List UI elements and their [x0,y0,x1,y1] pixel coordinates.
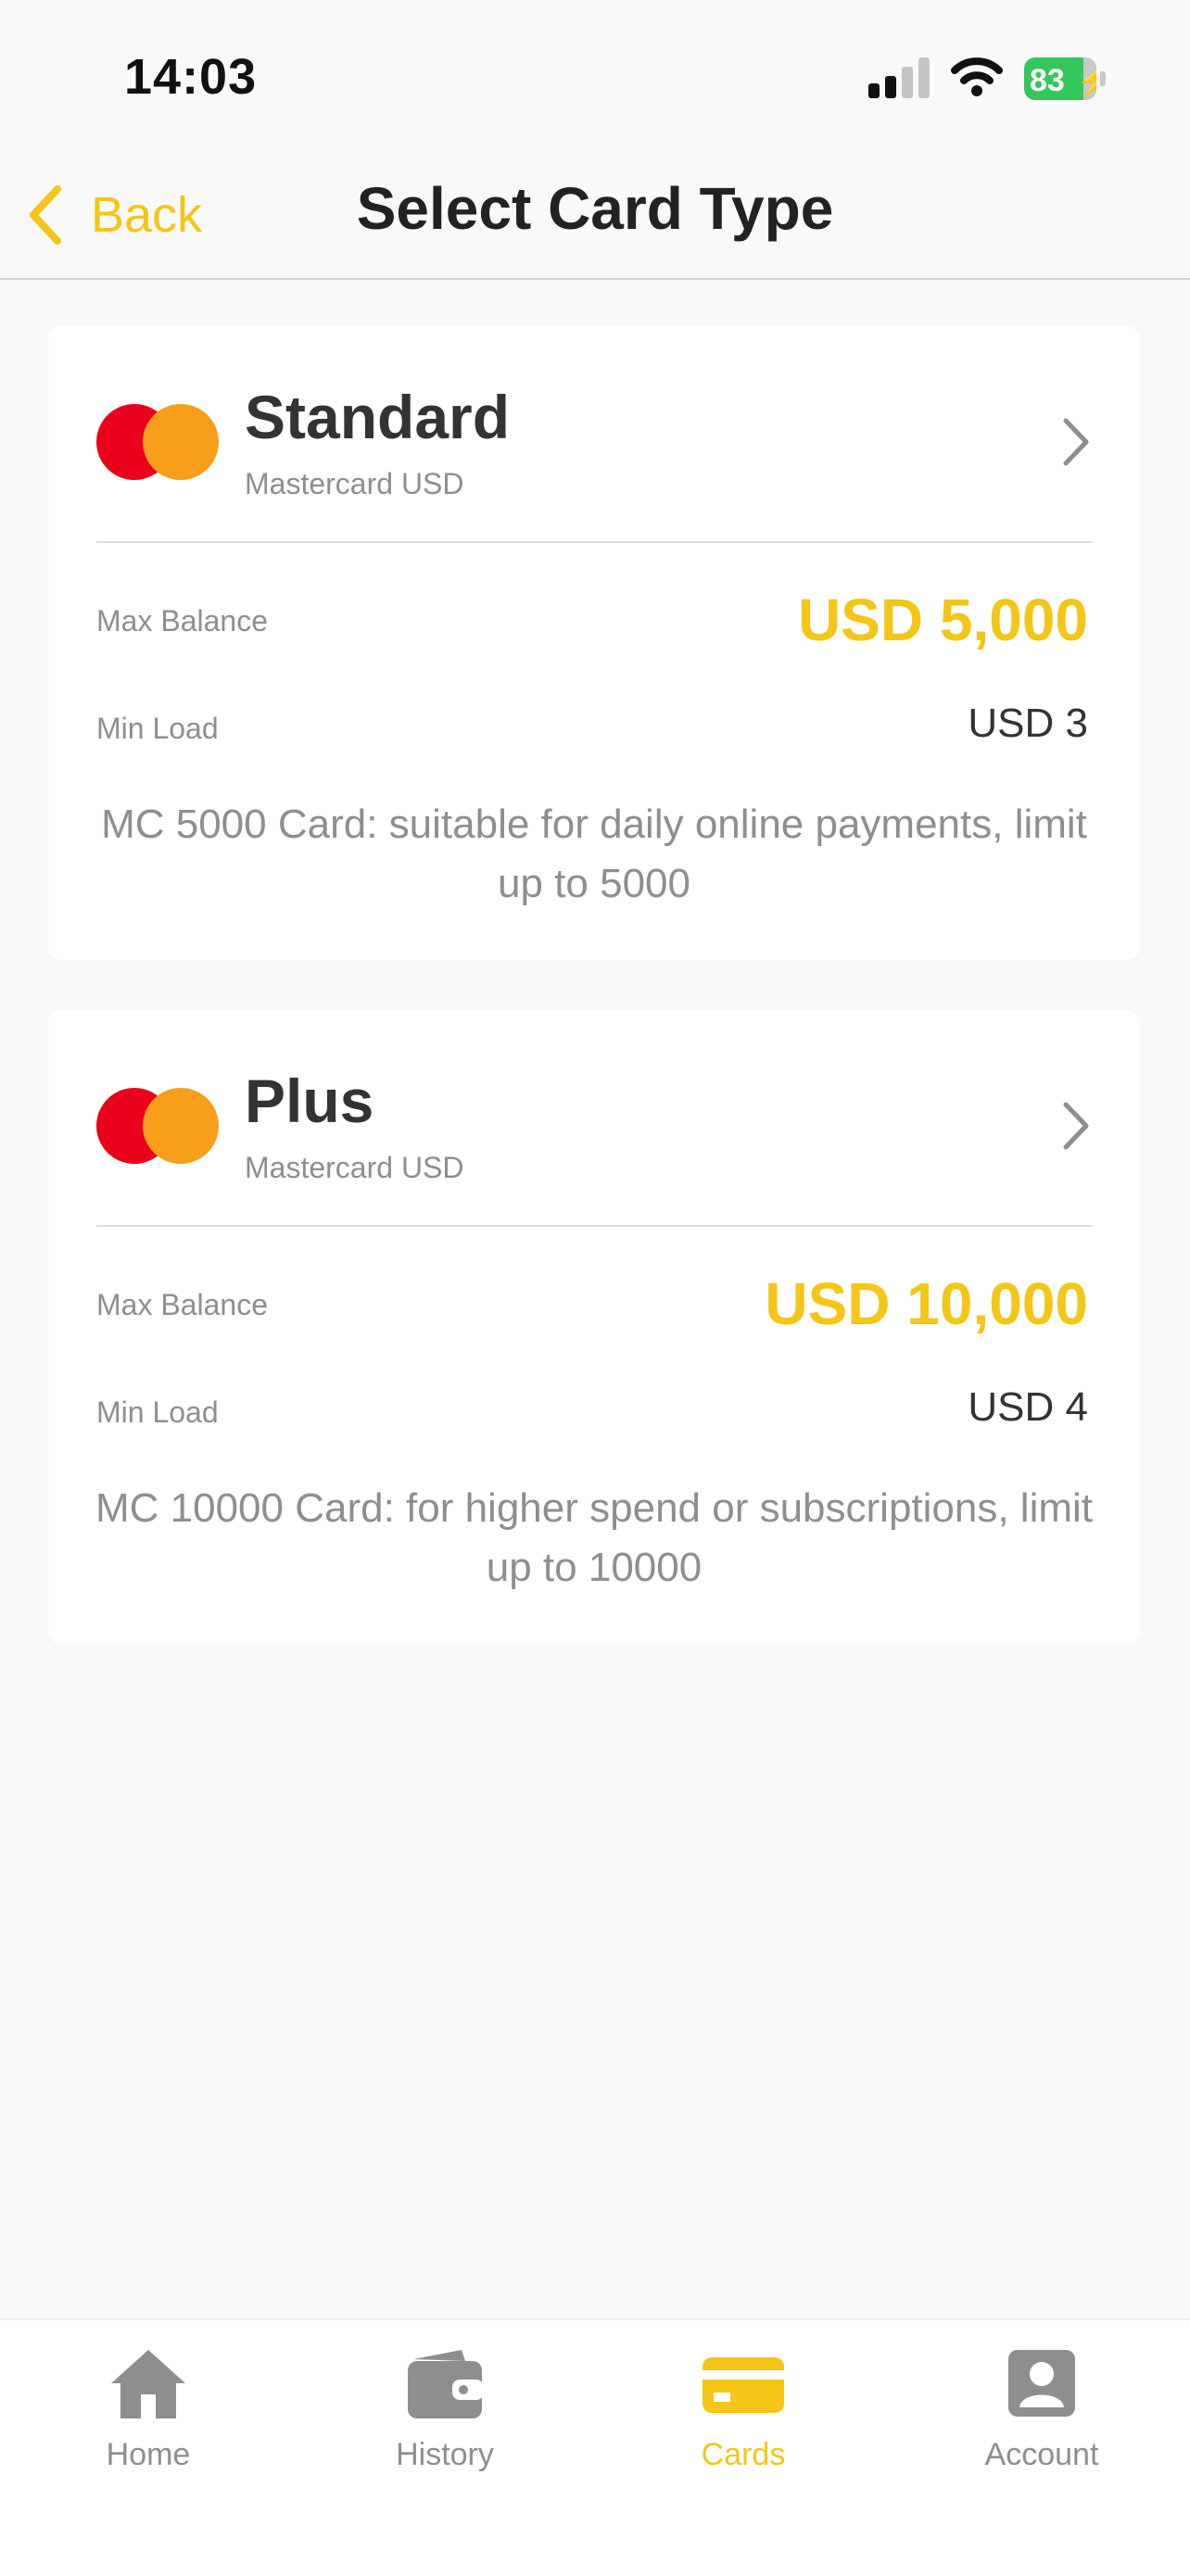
tab-bar: Home History Cards Account [0,2318,1190,2576]
divider [96,1225,1092,1227]
mastercard-icon [96,1088,219,1164]
battery-percent: 83 [1030,63,1065,98]
credit-card-icon [703,2357,784,2413]
max-balance-value: USD 10,000 [765,1270,1088,1337]
status-time: 14:03 [124,49,258,105]
card-subtitle: Mastercard USD [245,1151,464,1184]
card-option-standard: Standard Mastercard USD Max Balance USD … [48,326,1140,960]
chevron-right-icon [1063,1102,1089,1150]
tab-label: Home [106,2437,191,2472]
divider [96,541,1092,543]
cellular-signal-icon [868,57,930,98]
tab-history[interactable]: History [343,2339,547,2478]
card-description: MC 5000 Card: suitable for daily online … [101,802,1087,906]
wallet-icon [408,2350,484,2418]
max-balance-label: Max Balance [96,1288,268,1321]
max-balance-value: USD 5,000 [797,587,1088,653]
tab-cards[interactable]: Cards [641,2339,845,2478]
account-icon [1008,2350,1075,2417]
charging-bolt-icon: ⚡ [1076,64,1096,97]
min-load-value: USD 4 [968,1384,1088,1430]
status-bar: 14:03 83 ⚡ [0,0,1190,158]
card-name: Standard [245,383,511,451]
card-header-standard[interactable]: Standard Mastercard USD [48,326,1140,541]
tab-home[interactable]: Home [46,2339,250,2478]
card-subtitle: Mastercard USD [245,467,464,500]
chevron-right-icon [1063,418,1089,466]
home-icon [111,2350,185,2418]
card-header-plus[interactable]: Plus Mastercard USD [48,1010,1140,1225]
tab-label: History [396,2437,494,2472]
navigation-bar: Back Select Card Type [0,158,1190,280]
battery-icon: 83 ⚡ [1024,57,1108,100]
wifi-icon [951,57,1003,96]
card-name: Plus [245,1067,374,1135]
min-load-value: USD 3 [968,701,1088,746]
card-option-plus: Plus Mastercard USD Max Balance USD 10,0… [48,1010,1140,1644]
page-title: Select Card Type [356,175,834,242]
mastercard-icon [96,404,219,480]
max-balance-label: Max Balance [96,604,268,638]
min-load-label: Min Load [96,1395,219,1429]
tab-label: Cards [701,2437,786,2472]
card-description: MC 10000 Card: for higher spend or subsc… [95,1485,1094,1590]
tab-label: Account [984,2437,1099,2472]
min-load-label: Min Load [96,712,219,745]
tab-account[interactable]: Account [940,2339,1144,2478]
